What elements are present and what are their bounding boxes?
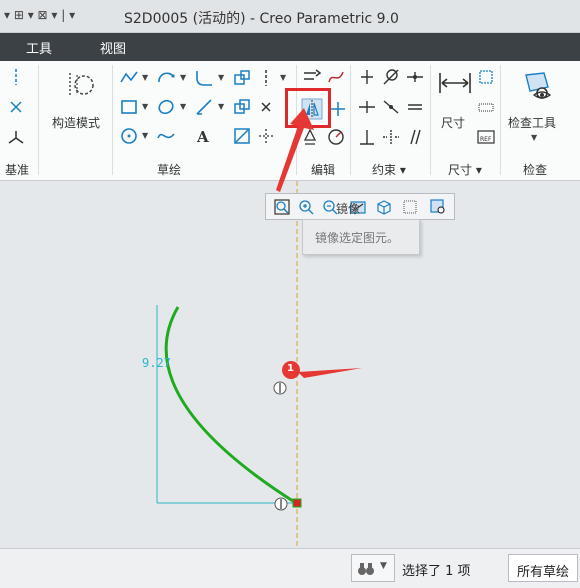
chevron-down-icon[interactable]: ▼ <box>218 102 224 111</box>
tab-tools[interactable]: 工具 <box>26 38 52 57</box>
horizontal-constraint-icon[interactable] <box>357 97 377 117</box>
group-separator <box>38 65 39 175</box>
group-label-datum: 基准 <box>5 163 30 177</box>
callout-number: 1 <box>287 363 294 374</box>
chevron-down-icon[interactable]: ▼ <box>380 561 387 571</box>
group-separator <box>430 65 431 175</box>
title-bar: ▾ ⊞ ▾ ⊠ ▾ | ▾ S2D0005 (活动的) - Creo Param… <box>0 0 580 33</box>
chevron-down-icon[interactable]: ▼ <box>180 102 186 111</box>
tangent-constraint-icon[interactable] <box>381 67 401 87</box>
binoculars-icon <box>358 563 374 575</box>
tooltip-description: 镜像选定图元。 <box>315 231 400 245</box>
delete-segment-icon[interactable] <box>328 99 348 119</box>
coincident-constraint-icon[interactable] <box>381 97 401 117</box>
dimension-icon[interactable] <box>438 69 472 97</box>
quick-access-toolbar[interactable]: ▾ ⊞ ▾ ⊠ ▾ | ▾ <box>4 8 75 22</box>
sketch-view-icon[interactable] <box>429 198 447 216</box>
circle-icon[interactable] <box>119 126 139 146</box>
thicken-icon[interactable] <box>232 97 252 117</box>
tab-view[interactable]: 视图 <box>100 38 126 57</box>
filter-value: 所有草绘 <box>517 565 570 580</box>
inspect-tools-label[interactable]: 检查工具 <box>508 114 556 131</box>
equal-constraint-icon[interactable] <box>405 97 425 117</box>
dimension-button-label[interactable]: 尺寸 <box>441 114 465 131</box>
chevron-down-icon[interactable]: ▼ <box>180 73 186 82</box>
perimeter-dimension-icon[interactable] <box>476 67 496 87</box>
zoom-in-icon[interactable] <box>297 198 315 216</box>
selection-status: 选择了 1 项 <box>402 564 471 579</box>
dimension-value[interactable]: 9.27 <box>142 356 171 370</box>
refit-icon[interactable] <box>273 198 291 216</box>
point-icon[interactable] <box>6 97 26 117</box>
sketch-filter-dropdown[interactable]: 所有草绘 <box>508 554 578 582</box>
group-label-dimension[interactable]: 尺寸 ▾ <box>448 161 482 178</box>
arc-icon[interactable] <box>156 68 176 88</box>
chevron-down-icon[interactable]: ▼ <box>142 131 148 140</box>
display-style-icon[interactable] <box>401 198 419 216</box>
chamfer-icon[interactable] <box>194 97 214 117</box>
group-label-inspect: 检查 <box>523 163 548 177</box>
pointer-arrow <box>276 108 314 192</box>
offset-icon[interactable] <box>232 68 252 88</box>
symmetric-constraint-icon[interactable] <box>381 127 401 147</box>
mirror-tooltip: 镜像选定图元。 <box>302 219 420 255</box>
tooltip-title: 镜像 <box>336 202 361 216</box>
chevron-down-icon[interactable]: ▼ <box>218 73 224 82</box>
coordinate-system-icon[interactable] <box>6 127 26 147</box>
group-separator <box>500 65 501 175</box>
group-separator <box>112 65 113 175</box>
saved-orientation-icon[interactable] <box>375 198 393 216</box>
divide-icon[interactable] <box>326 67 346 87</box>
inspect-tools-icon[interactable] <box>520 69 554 103</box>
svg-text:A: A <box>196 128 209 146</box>
construction-line-icon[interactable] <box>256 68 276 88</box>
rectangle-icon[interactable] <box>119 97 139 117</box>
chevron-down-icon[interactable]: ▼ <box>280 73 286 82</box>
corner-icon[interactable] <box>326 127 346 147</box>
reference-dimension-icon[interactable]: REF <box>476 127 496 147</box>
fillet-icon[interactable] <box>194 68 214 88</box>
selection-filter-button[interactable]: ▼ <box>351 554 395 582</box>
group-label-constraint[interactable]: 约束 ▾ <box>372 161 406 178</box>
centerline-icon[interactable] <box>6 67 26 87</box>
group-separator <box>350 65 351 175</box>
ribbon-tab-bar: 工具 视图 <box>0 33 580 61</box>
construction-mode-label[interactable]: 构造模式 <box>52 114 100 131</box>
status-bar: ▼ 选择了 1 项 所有草绘 <box>0 548 580 588</box>
spline-icon[interactable] <box>156 126 176 146</box>
vertical-constraint-icon[interactable] <box>357 67 377 87</box>
group-label-sketch: 草绘 <box>157 163 182 177</box>
chevron-down-icon[interactable]: ▼ <box>142 102 148 111</box>
project-icon[interactable] <box>232 126 252 146</box>
midpoint-constraint-icon[interactable] <box>405 67 425 87</box>
parallel-constraint-icon[interactable] <box>405 127 425 147</box>
chevron-down-icon[interactable]: ▼ <box>531 133 537 142</box>
perpendicular-constraint-icon[interactable] <box>357 127 377 147</box>
modify-icon[interactable] <box>302 67 322 87</box>
baseline-dimension-icon[interactable] <box>476 97 496 117</box>
window-title: S2D0005 (活动的) - Creo Parametric 9.0 <box>124 11 399 27</box>
ellipse-icon[interactable] <box>156 97 176 117</box>
line-icon[interactable] <box>119 68 139 88</box>
graphics-canvas[interactable]: 9.27 1 <box>0 181 580 548</box>
chevron-down-icon[interactable]: ▼ <box>142 73 148 82</box>
svg-text:REF: REF <box>480 136 492 143</box>
text-icon[interactable]: A <box>194 126 214 146</box>
construction-mode-icon[interactable] <box>64 69 96 101</box>
